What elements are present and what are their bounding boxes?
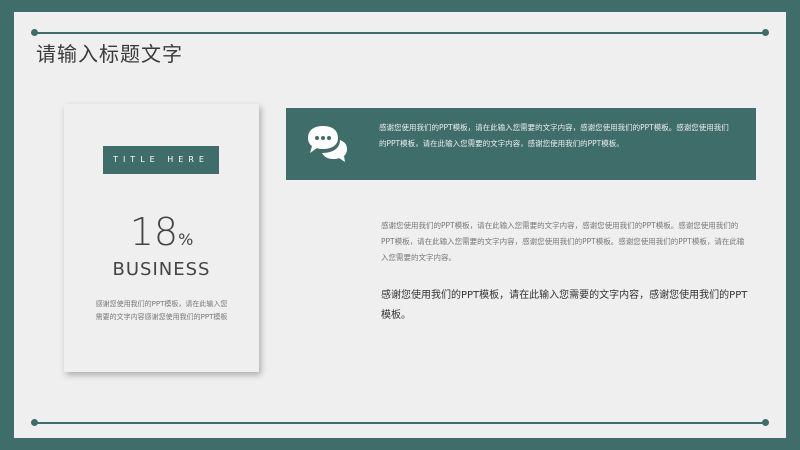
big-number: 18 — [129, 210, 179, 254]
bottom-rule — [34, 422, 766, 424]
card-description: 感谢您使用我们的PPT模板，请在此输入您需要的文字内容感谢您使用我们的PPT模板 — [95, 300, 228, 321]
top-right-dot — [762, 29, 769, 36]
top-rule — [34, 32, 766, 34]
bottom-left-dot — [31, 419, 38, 426]
banner: 感谢您使用我们的PPT模板，请在此输入您需要的文字内容，感谢您使用我们的PPT模… — [286, 108, 756, 180]
chat-bubbles-icon — [308, 126, 347, 162]
big-stat: 18% — [64, 210, 259, 254]
body-paragraph: 感谢您使用我们的PPT模板，请在此输入您需要的文字内容，感谢您使用我们的PPT模… — [381, 221, 745, 262]
banner-text: 感谢您使用我们的PPT模板，请在此输入您需要的文字内容，感谢您使用我们的PPT模… — [379, 123, 729, 148]
bottom-right-dot — [762, 419, 769, 426]
title-box: TITLE HERE — [103, 146, 219, 174]
top-left-dot — [31, 29, 38, 36]
slide: 请输入标题文字 TITLE HERE 18% BUSINESS 感谢您使用我们的… — [14, 12, 786, 438]
slide-title: 请输入标题文字 — [36, 42, 183, 66]
stat-card: TITLE HERE 18% BUSINESS 感谢您使用我们的PPT模板，请在… — [64, 104, 259, 372]
percent-sign: % — [178, 230, 194, 249]
business-label: BUSINESS — [112, 259, 211, 280]
highlight-paragraph: 感谢您使用我们的PPT模板，请在此输入您需要的文字内容，感谢您使用我们的PPT模… — [381, 290, 748, 321]
